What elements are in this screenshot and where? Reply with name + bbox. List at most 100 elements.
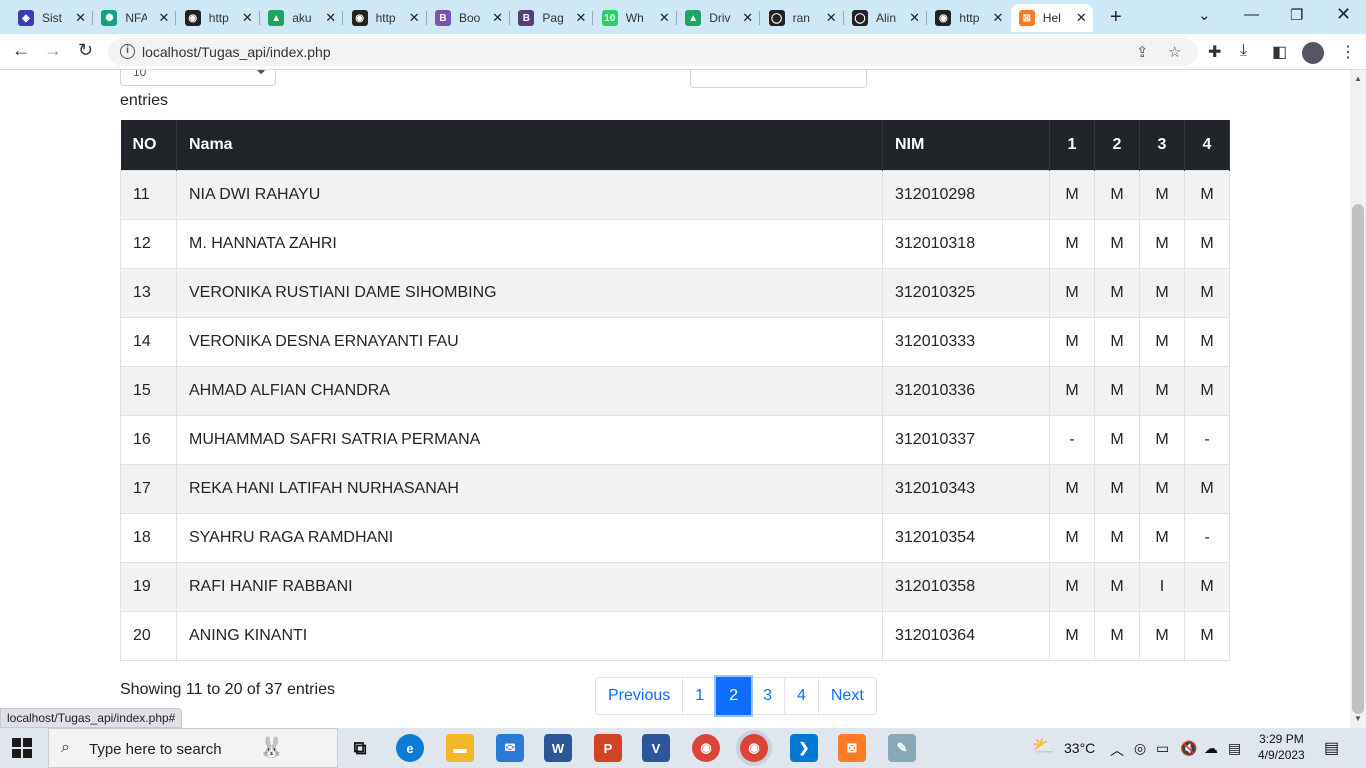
minimize-button[interactable]: — — [1244, 6, 1259, 23]
xampp-icon[interactable]: ⊠ — [838, 734, 866, 762]
tab-favicon-icon: ◉ — [351, 10, 368, 26]
table-cell: M — [1094, 169, 1140, 220]
tab-close-icon[interactable]: ✕ — [409, 10, 420, 26]
tab-close-icon[interactable]: ✕ — [826, 10, 837, 26]
extensions-icon[interactable]: ✚ — [1208, 42, 1221, 62]
browser-tab[interactable]: ▲ Driv ✕ — [677, 4, 759, 32]
taskbar-clock[interactable]: 3:29 PM 4/9/2023 — [1258, 731, 1305, 763]
address-bar[interactable]: i localhost/Tugas_api/index.php ⇪ ☆ — [108, 38, 1198, 66]
browser-tab[interactable]: B Boo ✕ — [427, 4, 509, 32]
download-icon[interactable]: ⤓ — [1240, 42, 1247, 60]
pagination-page-1[interactable]: 1 — [682, 677, 718, 715]
tab-close-icon[interactable]: ✕ — [492, 10, 503, 26]
table-cell: VERONIKA RUSTIANI DAME SIHOMBING — [176, 267, 883, 318]
taskbar-search[interactable]: ⌕ Type here to search 🐰 — [48, 728, 338, 768]
table-row: 12 M. HANNATA ZAHRI 312010318 M M M M — [120, 218, 1230, 269]
site-info-icon[interactable]: i — [120, 44, 135, 59]
battery-icon[interactable]: ▭ — [1156, 740, 1169, 757]
start-button[interactable] — [12, 738, 32, 758]
pagination-previous[interactable]: Previous — [595, 677, 684, 715]
table-cell: M — [1094, 610, 1140, 661]
vscode-icon[interactable]: ❯ — [790, 734, 818, 762]
pagination-page-3[interactable]: 3 — [750, 677, 785, 715]
notification-icon[interactable]: ▤ — [1324, 738, 1339, 758]
table-cell: M — [1049, 267, 1095, 318]
tab-close-icon[interactable]: ✕ — [242, 10, 253, 26]
tab-close-icon[interactable]: ✕ — [325, 10, 336, 26]
scrollbar-thumb[interactable] — [1352, 204, 1364, 714]
edge-icon[interactable]: e — [396, 734, 424, 762]
browser-tab[interactable]: B Pag ✕ — [510, 4, 592, 32]
table-header-row: NO Nama NIM 1 2 3 4 — [120, 120, 1230, 170]
share-icon[interactable]: ⇪ — [1136, 43, 1149, 61]
table-cell: 312010318 — [882, 218, 1050, 269]
browser-tab[interactable]: ◉ http ✕ — [177, 4, 259, 32]
tray-chevron-icon[interactable]: ︿ — [1110, 740, 1124, 760]
tab-close-icon[interactable]: ✕ — [575, 10, 586, 26]
entries-length-select[interactable]: 10 ◆ — [120, 70, 276, 86]
temperature[interactable]: 33°C — [1064, 740, 1095, 756]
side-panel-icon[interactable]: ◧ — [1272, 42, 1287, 62]
restore-button[interactable]: ❐ — [1290, 6, 1303, 24]
scroll-down-arrow-icon[interactable]: ▼ — [1354, 714, 1362, 723]
back-button[interactable]: ← — [12, 40, 30, 61]
notepad-icon[interactable]: ✎ — [888, 734, 916, 762]
table-cell: 312010354 — [882, 512, 1050, 563]
browser-tab[interactable]: ◈ Sist ✕ — [10, 4, 92, 32]
tab-close-icon[interactable]: ✕ — [742, 10, 753, 26]
pagination-page-2[interactable]: 2 — [716, 677, 752, 715]
volume-icon[interactable]: 🔇 — [1180, 740, 1197, 757]
tab-close-icon[interactable]: ✕ — [158, 10, 169, 26]
table-search-input[interactable] — [690, 70, 867, 88]
new-tab-button[interactable]: + — [1110, 6, 1122, 29]
visio-icon[interactable]: V — [642, 734, 670, 762]
browser-tab[interactable]: ◉ http ✕ — [344, 4, 426, 32]
word-icon[interactable]: W — [544, 734, 572, 762]
chrome-active-icon[interactable]: ◉ — [740, 734, 768, 762]
header-2[interactable]: 2 — [1094, 120, 1140, 170]
header-no[interactable]: NO — [120, 120, 177, 170]
network-icon[interactable]: ▤ — [1228, 740, 1241, 757]
reload-button[interactable]: ↻ — [78, 40, 93, 61]
powerpoint-icon[interactable]: P — [594, 734, 622, 762]
search-icon: ⌕ — [61, 739, 70, 756]
browser-tab[interactable]: ◯ Alin ✕ — [844, 4, 926, 32]
browser-tab[interactable]: ⊠ Hel ✕ — [1010, 4, 1093, 32]
browser-tab[interactable]: ◯ ran ✕ — [761, 4, 843, 32]
task-view-icon[interactable]: ⧉ — [346, 734, 374, 762]
pagination-next[interactable]: Next — [817, 677, 877, 715]
tab-close-icon[interactable]: ✕ — [659, 10, 670, 26]
header-3[interactable]: 3 — [1139, 120, 1185, 170]
table-cell: MUHAMMAD SAFRI SATRIA PERMANA — [176, 414, 883, 465]
tab-close-icon[interactable]: ✕ — [909, 10, 920, 26]
file-explorer-icon[interactable]: ▬ — [446, 734, 474, 762]
tab-close-icon[interactable]: ✕ — [1076, 10, 1087, 26]
weather-icon[interactable]: ⛅ — [1032, 736, 1054, 757]
bookmark-star-icon[interactable]: ☆ — [1168, 43, 1181, 61]
tab-search-chevron-icon[interactable]: ⌄ — [1198, 6, 1211, 24]
onedrive-icon[interactable]: ☁ — [1204, 740, 1218, 757]
header-nama[interactable]: Nama — [176, 120, 883, 170]
forward-button[interactable]: → — [44, 40, 62, 61]
browser-tab[interactable]: ◉ http ✕ — [927, 4, 1009, 32]
tab-title: NFA — [125, 11, 148, 25]
webcam-icon[interactable]: ◎ — [1134, 740, 1146, 757]
header-nim[interactable]: NIM — [882, 120, 1050, 170]
tab-close-icon[interactable]: ✕ — [75, 10, 86, 26]
browser-tab[interactable]: 10 Wh ✕ — [594, 4, 676, 32]
browser-tab[interactable]: ▲ aku ✕ — [260, 4, 342, 32]
profile-avatar[interactable] — [1302, 42, 1324, 64]
mail-icon[interactable]: ✉ — [496, 734, 524, 762]
search-highlight-icon: 🐰 — [259, 737, 284, 759]
header-1[interactable]: 1 — [1049, 120, 1095, 170]
tab-close-icon[interactable]: ✕ — [992, 10, 1003, 26]
chrome-icon[interactable]: ◉ — [692, 734, 720, 762]
header-4[interactable]: 4 — [1184, 120, 1230, 170]
scroll-up-arrow-icon[interactable]: ▲ — [1354, 74, 1362, 83]
close-window-button[interactable]: ✕ — [1336, 4, 1351, 25]
menu-icon[interactable]: ⋮ — [1340, 42, 1356, 62]
tab-favicon-icon: ▲ — [685, 10, 702, 26]
page-scrollbar[interactable]: ▲ ▼ — [1350, 70, 1366, 728]
pagination-page-4[interactable]: 4 — [783, 677, 819, 715]
browser-tab[interactable]: ✺ NFA ✕ — [93, 4, 175, 32]
